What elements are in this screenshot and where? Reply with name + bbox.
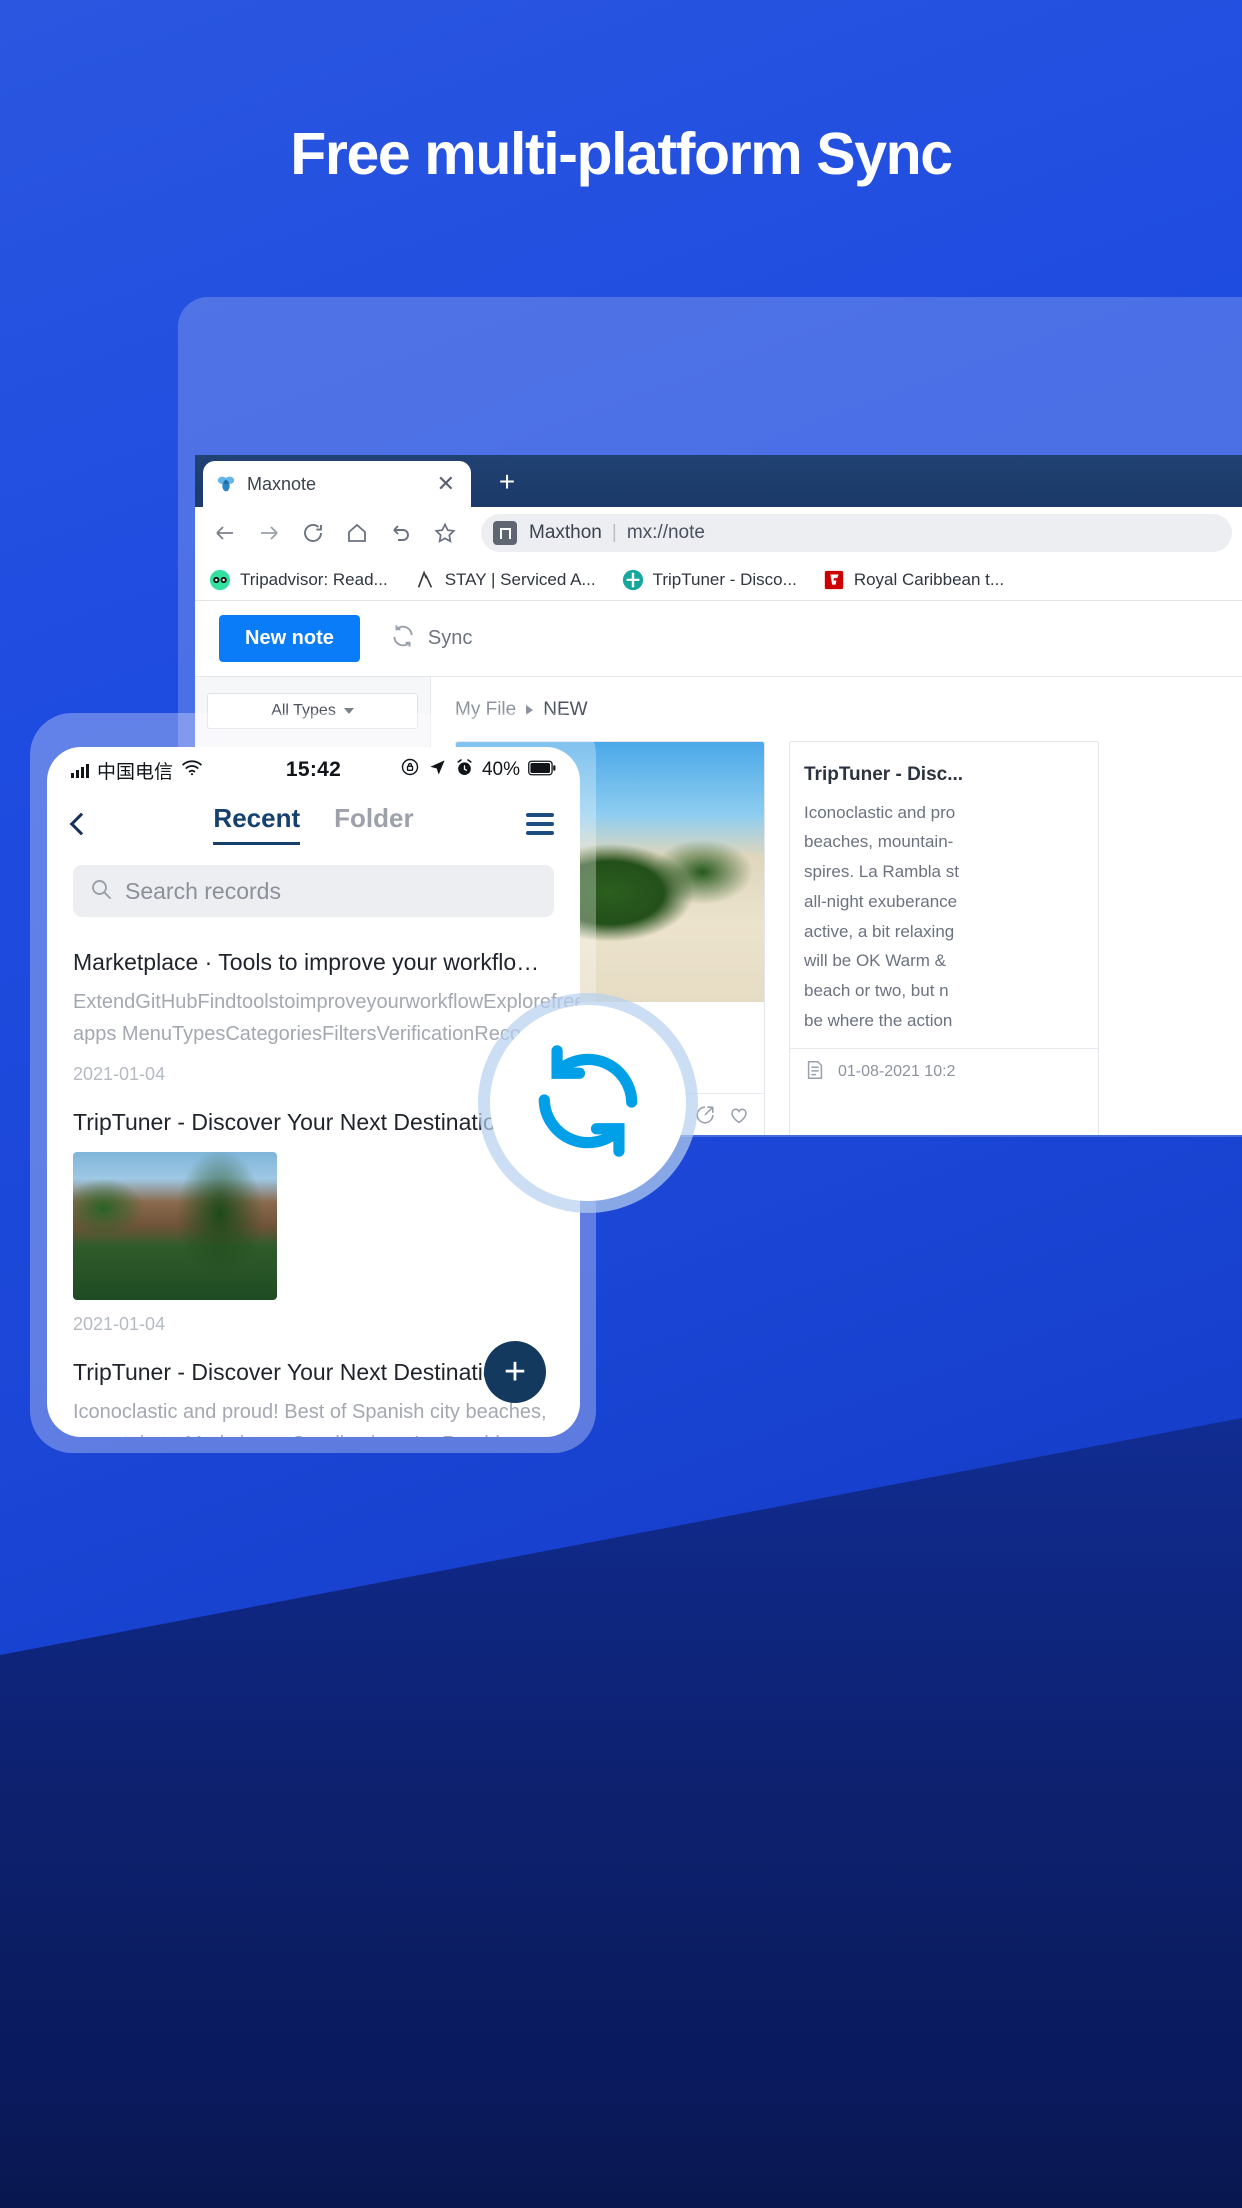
sync-overlay-badge — [490, 1005, 686, 1201]
note-card-body: Iconoclastic and pro beaches, mountain- … — [804, 798, 1084, 1036]
tripadvisor-owl-icon — [209, 569, 231, 591]
address-bar[interactable]: Maxthon | mx://note — [481, 514, 1232, 552]
wifi-icon — [181, 759, 203, 782]
record-title: Marketplace · Tools to improve your work… — [73, 947, 554, 978]
reload-icon[interactable] — [293, 513, 333, 553]
alhambra-garden-photo — [73, 1152, 277, 1300]
maxnote-bee-icon — [215, 473, 237, 495]
carrier-label: 中国电信 — [97, 757, 173, 784]
bookmark-label: TripTuner - Disco... — [653, 570, 797, 590]
search-icon — [89, 877, 113, 906]
page-title: Free multi-platform Sync — [0, 120, 1242, 188]
phone-nav-bar: Recent Folder — [47, 793, 580, 855]
undo-icon[interactable] — [381, 513, 421, 553]
bookmark-label: Tripadvisor: Read... — [240, 570, 388, 590]
maxnote-toolbar: New note Sync — [195, 601, 1242, 677]
browser-tabstrip: Maxnote ✕ + — [195, 455, 1242, 507]
bookmarks-bar: Tripadvisor: Read... STAY | Serviced A..… — [195, 559, 1242, 601]
new-note-button[interactable]: New note — [219, 615, 360, 662]
sync-arrows-icon — [524, 1037, 652, 1170]
omnibox-brand: Maxthon — [529, 522, 602, 544]
record-snippet: ExtendGitHubFindtoolstoimproveyourworkfl… — [73, 986, 554, 1050]
location-arrow-icon — [428, 758, 447, 783]
note-card-date: 01-08-2021 10:2 — [838, 1063, 955, 1081]
sync-refresh-icon — [390, 623, 416, 655]
maxthon-logo-icon — [493, 521, 517, 545]
home-icon[interactable] — [337, 513, 377, 553]
rotation-lock-icon — [400, 757, 420, 783]
phone-tabs: Recent Folder — [47, 803, 580, 845]
close-icon[interactable]: ✕ — [433, 473, 459, 495]
signal-bars-icon — [71, 763, 89, 778]
bookmark-tripadvisor[interactable]: Tripadvisor: Read... — [209, 569, 388, 591]
bookmark-royal-caribbean[interactable]: Royal Caribbean t... — [823, 569, 1004, 591]
background-bottom-fade — [0, 1878, 1242, 2208]
tab-recent[interactable]: Recent — [213, 803, 300, 845]
forward-arrow-icon[interactable] — [249, 513, 289, 553]
flash-f-icon — [823, 569, 845, 591]
battery-percent: 40% — [482, 759, 520, 781]
omnibox-url: mx://note — [627, 522, 705, 544]
record-date: 2021-01-04 — [73, 1314, 554, 1335]
new-tab-button[interactable]: + — [487, 465, 527, 501]
note-card-title: TripTuner - Disc... — [804, 762, 1084, 788]
search-placeholder: Search records — [125, 878, 281, 905]
phone-status-bar: 中国电信 15:42 40% — [47, 747, 580, 793]
triptuner-icon — [622, 569, 644, 591]
sync-button-label: Sync — [428, 627, 472, 650]
alarm-clock-icon — [455, 758, 474, 783]
sync-button[interactable]: Sync — [390, 623, 472, 655]
stay-lambda-icon — [414, 569, 436, 591]
browser-tab-title: Maxnote — [247, 474, 433, 495]
tab-folder[interactable]: Folder — [334, 803, 413, 845]
status-time: 15:42 — [286, 758, 341, 782]
note-card-meta: 01-08-2021 10:2 — [790, 1048, 1098, 1096]
phone-search-area: Search records — [47, 855, 580, 931]
star-icon[interactable] — [425, 513, 465, 553]
bookmark-stay[interactable]: STAY | Serviced A... — [414, 569, 596, 591]
list-item[interactable]: Marketplace · Tools to improve your work… — [73, 931, 554, 1091]
note-doc-icon — [804, 1059, 826, 1086]
list-item[interactable]: TripTuner - Discover Your Next Destinati… — [73, 1091, 554, 1341]
search-input[interactable]: Search records — [73, 865, 554, 917]
note-card[interactable]: TripTuner - Disc... Iconoclastic and pro… — [789, 741, 1099, 1135]
heart-icon[interactable] — [728, 1104, 750, 1131]
record-title: TripTuner - Discover Your Next Destinati… — [73, 1357, 554, 1388]
omnibox-separator: | — [612, 522, 617, 544]
list-item[interactable]: TripTuner - Discover Your Next Destinati… — [73, 1341, 554, 1437]
browser-toolbar: Maxthon | mx://note — [195, 507, 1242, 559]
add-record-button[interactable]: + — [484, 1341, 546, 1403]
record-title: TripTuner - Discover Your Next Destinati… — [73, 1107, 554, 1138]
bookmark-label: Royal Caribbean t... — [854, 570, 1004, 590]
back-arrow-icon[interactable] — [205, 513, 245, 553]
battery-icon — [528, 759, 556, 782]
share-icon[interactable] — [694, 1104, 716, 1131]
bookmark-label: STAY | Serviced A... — [445, 570, 596, 590]
record-date: 2021-01-04 — [73, 1064, 554, 1085]
browser-tab-maxnote[interactable]: Maxnote ✕ — [203, 461, 471, 507]
bookmark-triptuner-1[interactable]: TripTuner - Disco... — [622, 569, 797, 591]
record-snippet: Iconoclastic and proud! Best of Spanish … — [73, 1396, 554, 1437]
